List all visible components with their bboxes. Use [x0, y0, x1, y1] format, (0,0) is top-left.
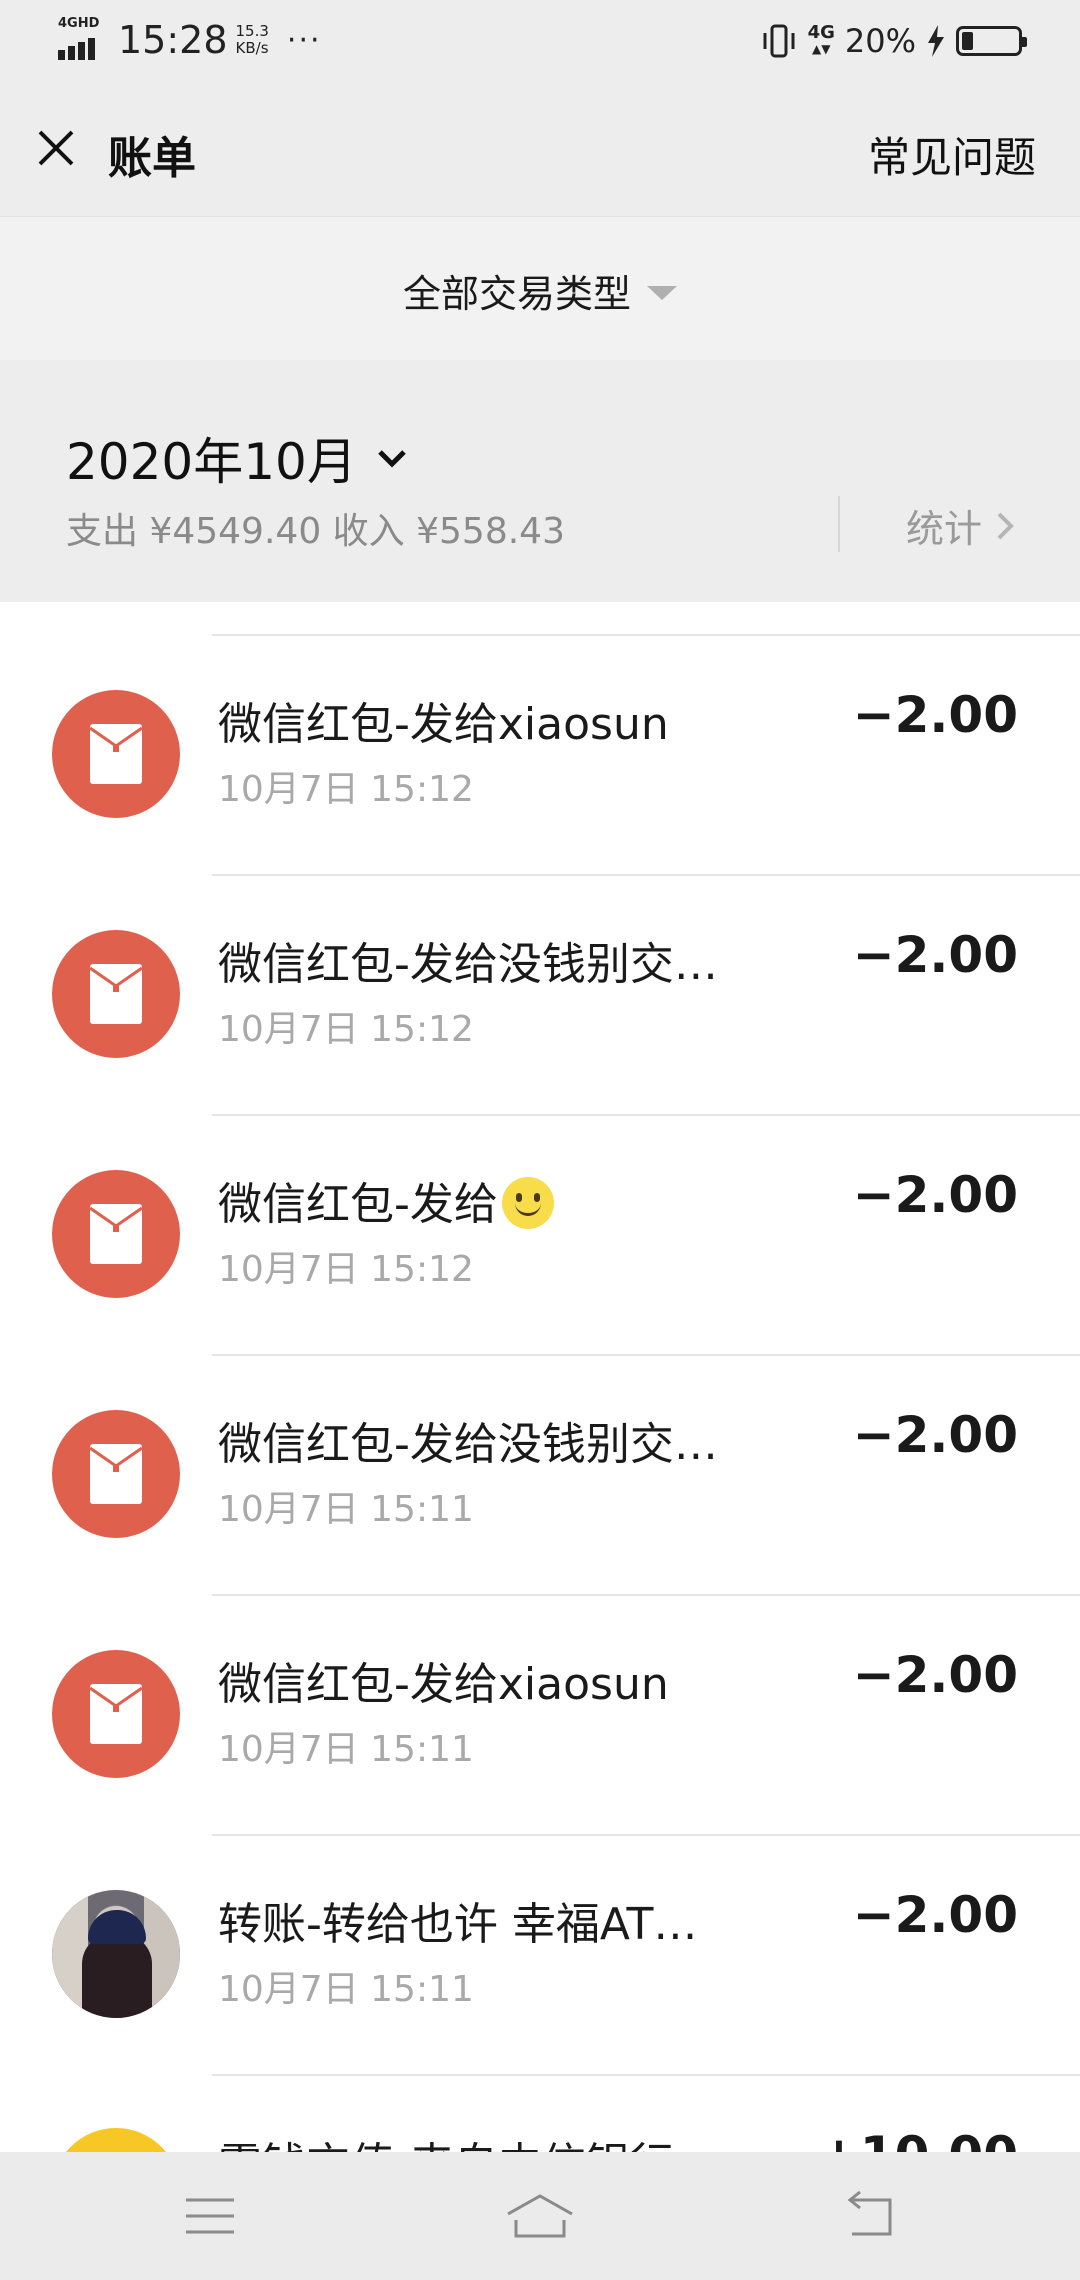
dropdown-triangle-icon — [647, 285, 677, 300]
vibrate-icon — [763, 24, 795, 58]
chevron-right-icon — [997, 512, 1014, 539]
menu-icon[interactable] — [180, 2190, 240, 2242]
transaction-row[interactable]: 微信红包-发给没钱别交… 10月7日 15:12 −2.00 — [0, 876, 1080, 1116]
month-summary-panel: 2020年10月 支出 ¥4549.40 收入 ¥558.43 统计 — [0, 360, 1080, 602]
transaction-amount: −2.00 — [852, 1166, 1018, 1224]
transaction-row[interactable]: 微信红包-发给 10月7日 15:12 −2.00 — [0, 1116, 1080, 1356]
smiley-emoji-icon — [501, 1177, 554, 1229]
page-title: 账单 — [108, 133, 196, 184]
stats-label: 统计 — [906, 507, 983, 551]
transaction-amount: −2.00 — [852, 1646, 1018, 1704]
transaction-amount: −2.00 — [852, 686, 1018, 744]
more-notifications-icon: ··· — [286, 22, 322, 58]
transaction-row[interactable]: 微信红包-发给没钱别交… 10月7日 15:11 −2.00 — [0, 1356, 1080, 1596]
cell-signal-icon: 4GHD — [58, 16, 104, 60]
app-header: 账单 常见问题 — [0, 86, 1080, 216]
mobile-data-icon: 4G ▲▼ — [807, 22, 835, 57]
transaction-list[interactable]: 微信红包-发给xiaosun 10月7日 15:12 −2.00 微信红包-发给… — [0, 602, 1080, 2152]
transaction-row[interactable]: 微信红包-发给xiaosun 10月7日 15:11 −2.00 — [0, 1596, 1080, 1836]
transaction-row[interactable]: 转账-转给也许 幸福AT… 10月7日 15:11 −2.00 — [0, 1836, 1080, 2076]
month-selector[interactable]: 2020年10月 — [66, 422, 409, 494]
red-packet-icon — [52, 1410, 180, 1538]
income-expense-summary: 支出 ¥4549.40 收入 ¥558.43 — [66, 511, 565, 552]
transaction-time: 10月7日 15:12 — [218, 769, 474, 810]
close-icon[interactable] — [30, 122, 82, 174]
transaction-amount: +10.00 — [818, 2126, 1018, 2152]
transaction-row[interactable]: 零钱充值-来自中信银行 +10.00 — [0, 2076, 1080, 2152]
charging-icon — [928, 25, 944, 57]
transaction-type-filter[interactable]: 全部交易类型 — [0, 263, 1080, 318]
transaction-title: 微信红包-发给 — [218, 1168, 778, 1233]
transaction-title: 微信红包-发给xiaosun — [218, 1659, 669, 1710]
filter-label: 全部交易类型 — [402, 272, 631, 316]
transaction-title-text: 微信红包-发给 — [218, 1179, 498, 1230]
transaction-title: 微信红包-发给没钱别交… — [218, 1419, 718, 1470]
transaction-title: 微信红包-发给xiaosun — [218, 699, 669, 750]
stats-button[interactable]: 统计 — [906, 498, 1014, 553]
transaction-time: 10月7日 15:12 — [218, 1009, 474, 1050]
red-packet-icon — [52, 1650, 180, 1778]
transaction-time: 10月7日 15:11 — [218, 1729, 474, 1770]
clock: 15:28 — [118, 18, 228, 62]
transaction-time: 10月7日 15:12 — [218, 1249, 474, 1290]
transaction-row[interactable]: 微信红包-发给xiaosun 10月7日 15:12 −2.00 — [0, 636, 1080, 876]
red-packet-icon — [52, 1170, 180, 1298]
battery-percent: 20% — [844, 22, 916, 60]
transaction-amount: −2.00 — [852, 926, 1018, 984]
divider — [838, 496, 840, 552]
status-bar: 4GHD 15:28 15.3 KB/s ··· 4G ▲▼ 20% — [0, 0, 1080, 86]
coin-icon — [52, 2128, 180, 2152]
chevron-down-icon — [378, 450, 406, 468]
network-speed: 15.3 KB/s — [235, 22, 269, 57]
transaction-amount: −2.00 — [852, 1406, 1018, 1464]
user-avatar — [52, 1890, 180, 2018]
red-packet-icon — [52, 690, 180, 818]
home-icon[interactable] — [504, 2190, 576, 2242]
transaction-title: 转账-转给也许 幸福AT… — [218, 1899, 698, 1950]
transaction-time: 10月7日 15:11 — [218, 1489, 474, 1530]
filter-bar: 全部交易类型 — [0, 216, 1080, 360]
month-label: 2020年10月 — [66, 433, 357, 491]
transaction-title: 微信红包-发给没钱别交… — [218, 939, 718, 990]
transaction-amount: −2.00 — [852, 1886, 1018, 1944]
red-packet-icon — [52, 930, 180, 1058]
system-nav-bar — [0, 2152, 1080, 2280]
battery-icon — [956, 26, 1027, 56]
faq-button[interactable]: 常见问题 — [868, 124, 1036, 185]
back-icon[interactable] — [840, 2190, 900, 2242]
transaction-time: 10月7日 15:11 — [218, 1969, 474, 2010]
transaction-title: 零钱充值-来自中信银行 — [218, 2128, 778, 2152]
